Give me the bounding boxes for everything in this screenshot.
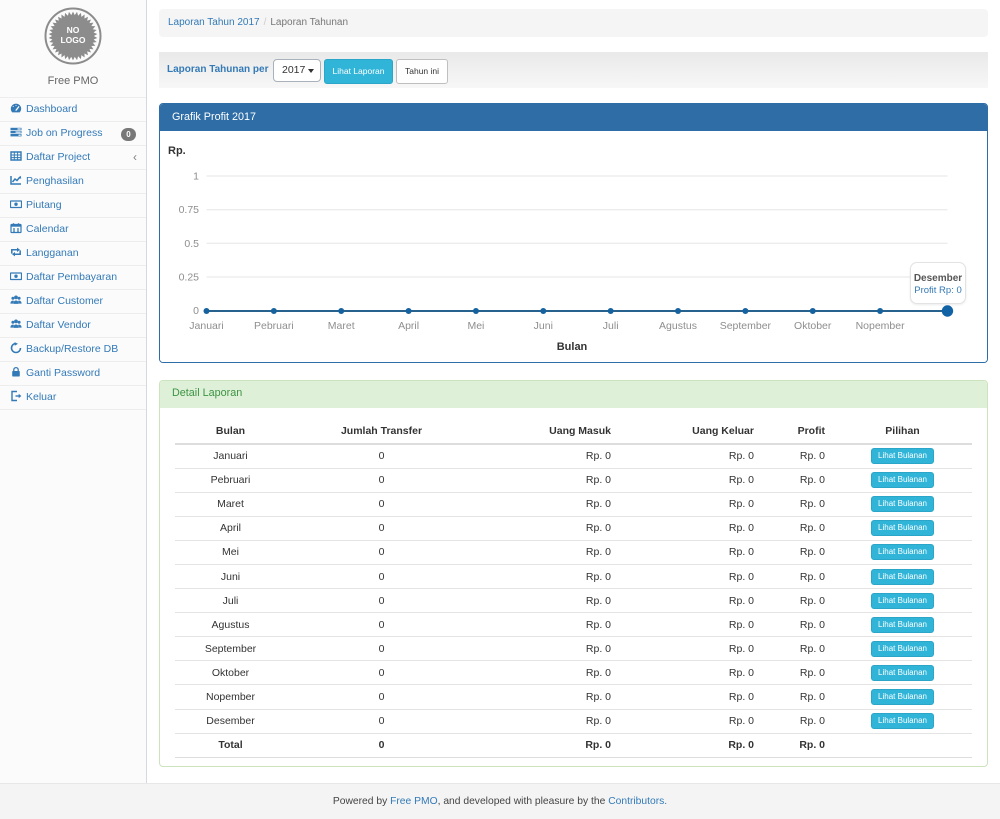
svg-text:Januari: Januari <box>189 320 223 332</box>
svg-text:Agustus: Agustus <box>659 320 697 332</box>
svg-text:0.75: 0.75 <box>179 204 200 216</box>
svg-text:Nopember: Nopember <box>856 320 906 332</box>
svg-text:Maret: Maret <box>328 320 355 332</box>
svg-text:1: 1 <box>193 171 199 183</box>
svg-text:Juli: Juli <box>603 320 619 332</box>
svg-text:Rp.: Rp. <box>168 145 186 157</box>
svg-text:Juni: Juni <box>534 320 553 332</box>
svg-text:Mei: Mei <box>467 320 484 332</box>
svg-text:Bulan: Bulan <box>557 341 588 353</box>
svg-text:LOGO: LOGO <box>60 35 85 45</box>
svg-text:Pebruari: Pebruari <box>254 320 294 332</box>
svg-text:0.5: 0.5 <box>184 238 199 250</box>
svg-text:September: September <box>720 320 772 332</box>
svg-text:April: April <box>398 320 419 332</box>
svg-text:NO: NO <box>67 25 80 35</box>
svg-text:0: 0 <box>193 305 199 317</box>
svg-text:Oktober: Oktober <box>794 320 832 332</box>
svg-text:0.25: 0.25 <box>179 272 200 284</box>
